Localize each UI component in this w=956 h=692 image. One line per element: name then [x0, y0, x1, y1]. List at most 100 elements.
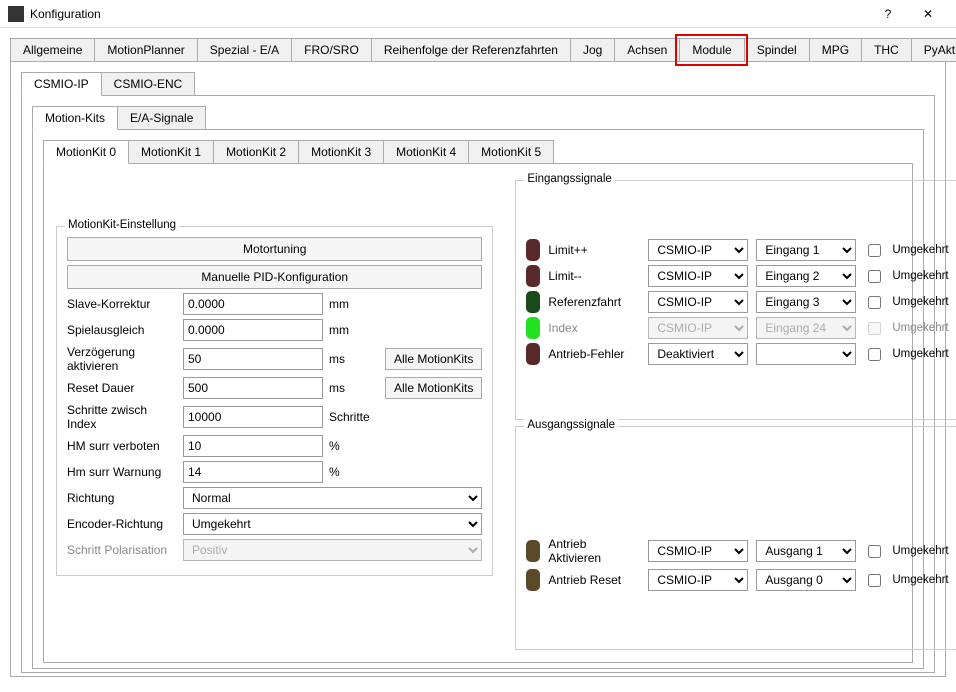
verz-label: Verzögerung aktivieren — [67, 345, 177, 373]
hm-warn-input[interactable] — [183, 461, 323, 483]
signal-pin-select: Eingang 24 — [756, 317, 856, 339]
slave-label: Slave-Korrektur — [67, 297, 177, 311]
hm-warn-label: Hm surr Warnung — [67, 465, 177, 479]
tab-allgemeine[interactable]: Allgemeine — [10, 38, 95, 62]
window-title: Konfiguration — [30, 7, 868, 21]
all-kits-btn-1[interactable]: Alle MotionKits — [385, 348, 482, 370]
csmio-tab-e-a-signale[interactable]: E/A-Signale — [117, 106, 206, 130]
hm-verb-label: HM surr verboten — [67, 439, 177, 453]
signal-row-antrieb-fehler: Antrieb-FehlerDeaktiviertUmgekehrt — [526, 343, 948, 365]
status-led-icon — [526, 291, 540, 313]
inverted-checkbox[interactable] — [868, 270, 881, 283]
signal-pin-select[interactable]: Ausgang 0 — [756, 569, 856, 591]
tab-achsen[interactable]: Achsen — [614, 38, 680, 62]
tab-jog[interactable]: Jog — [570, 38, 615, 62]
close-button[interactable]: ✕ — [908, 0, 948, 28]
signal-label: Index — [548, 321, 640, 335]
signal-label: Antrieb Reset — [548, 573, 640, 587]
signal-row-limit-: Limit++CSMIO-IPEingang 1Umgekehrt — [526, 239, 948, 261]
signal-label: Antrieb Aktivieren — [548, 537, 640, 565]
module-tab-csmio-ip[interactable]: CSMIO-IP — [21, 72, 102, 96]
tab-module[interactable]: Module — [679, 38, 744, 62]
help-button[interactable]: ? — [868, 0, 908, 28]
inputs-title: Eingangssignale — [524, 173, 614, 185]
inverted-checkbox[interactable] — [868, 545, 881, 558]
tab-spezial-e-a[interactable]: Spezial - E/A — [197, 38, 292, 62]
app-icon — [8, 6, 24, 22]
tab-mpg[interactable]: MPG — [809, 38, 862, 62]
status-led-icon — [526, 343, 540, 365]
tab-reihenfolge-der-referenzfahrten[interactable]: Reihenfolge der Referenzfahrten — [371, 38, 571, 62]
signal-source-select[interactable]: CSMIO-IP — [648, 291, 748, 313]
inverted-label: Umgekehrt — [892, 348, 948, 360]
inverted-label: Umgekehrt — [892, 270, 948, 282]
reset-input[interactable] — [183, 377, 323, 399]
kit-tab-motionkit-0[interactable]: MotionKit 0 — [43, 140, 129, 164]
module-tab-csmio-enc[interactable]: CSMIO-ENC — [101, 72, 196, 96]
kit-tab-motionkit-4[interactable]: MotionKit 4 — [383, 140, 469, 164]
main-tabs: AllgemeineMotionPlannerSpezial - E/AFRO/… — [10, 38, 946, 62]
signal-pin-select[interactable]: Eingang 2 — [756, 265, 856, 287]
kit-tab-motionkit-5[interactable]: MotionKit 5 — [468, 140, 554, 164]
kit-tab-motionkit-2[interactable]: MotionKit 2 — [213, 140, 299, 164]
inverted-checkbox[interactable] — [868, 574, 881, 587]
tab-motionplanner[interactable]: MotionPlanner — [94, 38, 197, 62]
status-led-icon — [526, 540, 540, 562]
hm-warn-unit: % — [329, 465, 373, 479]
signal-pin-select[interactable] — [756, 343, 856, 365]
signal-source-select: CSMIO-IP — [648, 317, 748, 339]
richtung-select[interactable]: Normal — [183, 487, 482, 509]
kit-tab-motionkit-3[interactable]: MotionKit 3 — [298, 140, 384, 164]
signal-pin-select[interactable]: Eingang 1 — [756, 239, 856, 261]
signal-source-select[interactable]: CSMIO-IP — [648, 540, 748, 562]
hm-verb-unit: % — [329, 439, 373, 453]
tab-thc[interactable]: THC — [861, 38, 912, 62]
signal-source-select[interactable]: CSMIO-IP — [648, 239, 748, 261]
csmio-tabs: Motion-KitsE/A-Signale — [32, 106, 924, 130]
signal-pin-select[interactable]: Ausgang 1 — [756, 540, 856, 562]
signal-row-referenzfahrt: Referenzfahrt CSMIO-IP Eingang 3 Umgekehrt — [526, 291, 948, 313]
signal-row-index: Index CSMIO-IP Eingang 24 Umgekehrt — [526, 317, 948, 339]
inverted-checkbox[interactable] — [868, 348, 881, 361]
schritte-unit: Schritte — [329, 410, 373, 424]
inverted-label: Umgekehrt — [892, 322, 948, 334]
motortuning-button[interactable]: Motortuning — [67, 237, 482, 261]
inverted-checkbox[interactable] — [868, 296, 881, 309]
signal-source-select[interactable]: CSMIO-IP — [648, 569, 748, 591]
hm-verb-input[interactable] — [183, 435, 323, 457]
titlebar: Konfiguration ? ✕ — [0, 0, 956, 28]
input-signals-group: Eingangssignale Limit++CSMIO-IPEingang 1… — [515, 180, 956, 420]
signal-row-antrieb-aktivieren: Antrieb AktivierenCSMIO-IPAusgang 1Umgek… — [526, 537, 948, 565]
tab-fro-sro[interactable]: FRO/SRO — [291, 38, 372, 62]
inverted-label: Umgekehrt — [892, 574, 948, 586]
inverted-checkbox[interactable] — [868, 244, 881, 257]
slave-input[interactable] — [183, 293, 323, 315]
inverted-checkbox — [868, 322, 881, 335]
status-led-icon — [526, 569, 540, 591]
motionkit-settings-group: MotionKit-Einstellung Motortuning Manuel… — [56, 226, 493, 576]
enc-dir-select[interactable]: Umgekehrt — [183, 513, 482, 535]
spiel-input[interactable] — [183, 319, 323, 341]
inverted-label: Umgekehrt — [892, 296, 948, 308]
tab-spindel[interactable]: Spindel — [744, 38, 810, 62]
all-kits-btn-2[interactable]: Alle MotionKits — [385, 377, 482, 399]
schritt-pol-select: Positiv — [183, 539, 482, 561]
csmio-tab-motion-kits[interactable]: Motion-Kits — [32, 106, 118, 130]
schritte-label: Schritte zwisch Index — [67, 403, 177, 431]
kit-tab-motionkit-1[interactable]: MotionKit 1 — [128, 140, 214, 164]
verz-input[interactable] — [183, 348, 323, 370]
reset-label: Reset Dauer — [67, 381, 177, 395]
pid-config-button[interactable]: Manuelle PID-Konfiguration — [67, 265, 482, 289]
inverted-label: Umgekehrt — [892, 244, 948, 256]
signal-source-select[interactable]: Deaktiviert — [648, 343, 748, 365]
schritte-input[interactable] — [183, 406, 323, 428]
reset-unit: ms — [329, 381, 373, 395]
output-signals-group: Ausgangssignale Antrieb AktivierenCSMIO-… — [515, 426, 956, 650]
signal-pin-select[interactable]: Eingang 3 — [756, 291, 856, 313]
outputs-title: Ausgangssignale — [524, 419, 618, 431]
signal-row-antrieb-reset: Antrieb Reset CSMIO-IP Ausgang 0 Umgekehrt — [526, 569, 948, 591]
signal-source-select[interactable]: CSMIO-IP — [648, 265, 748, 287]
signal-label: Referenzfahrt — [548, 295, 640, 309]
tab-pyaktionen[interactable]: PyAktionen — [911, 38, 956, 62]
spiel-unit: mm — [329, 323, 373, 337]
